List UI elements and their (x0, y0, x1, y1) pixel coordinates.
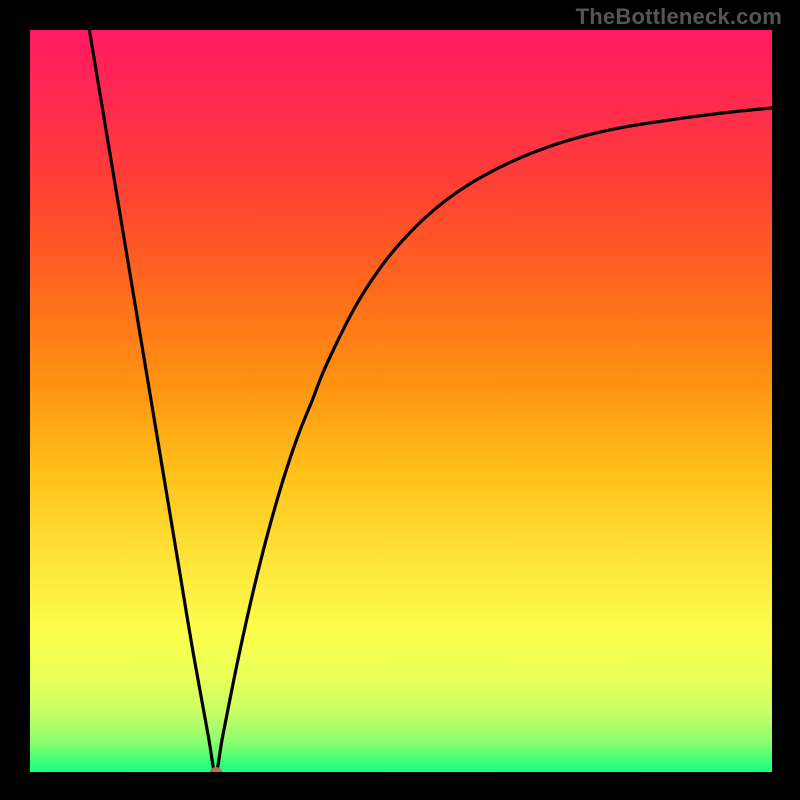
plot-area (30, 30, 772, 772)
minimum-marker (210, 767, 222, 772)
background-gradient (30, 30, 772, 772)
chart-frame: TheBottleneck.com (0, 0, 800, 800)
watermark-text: TheBottleneck.com (576, 4, 782, 30)
